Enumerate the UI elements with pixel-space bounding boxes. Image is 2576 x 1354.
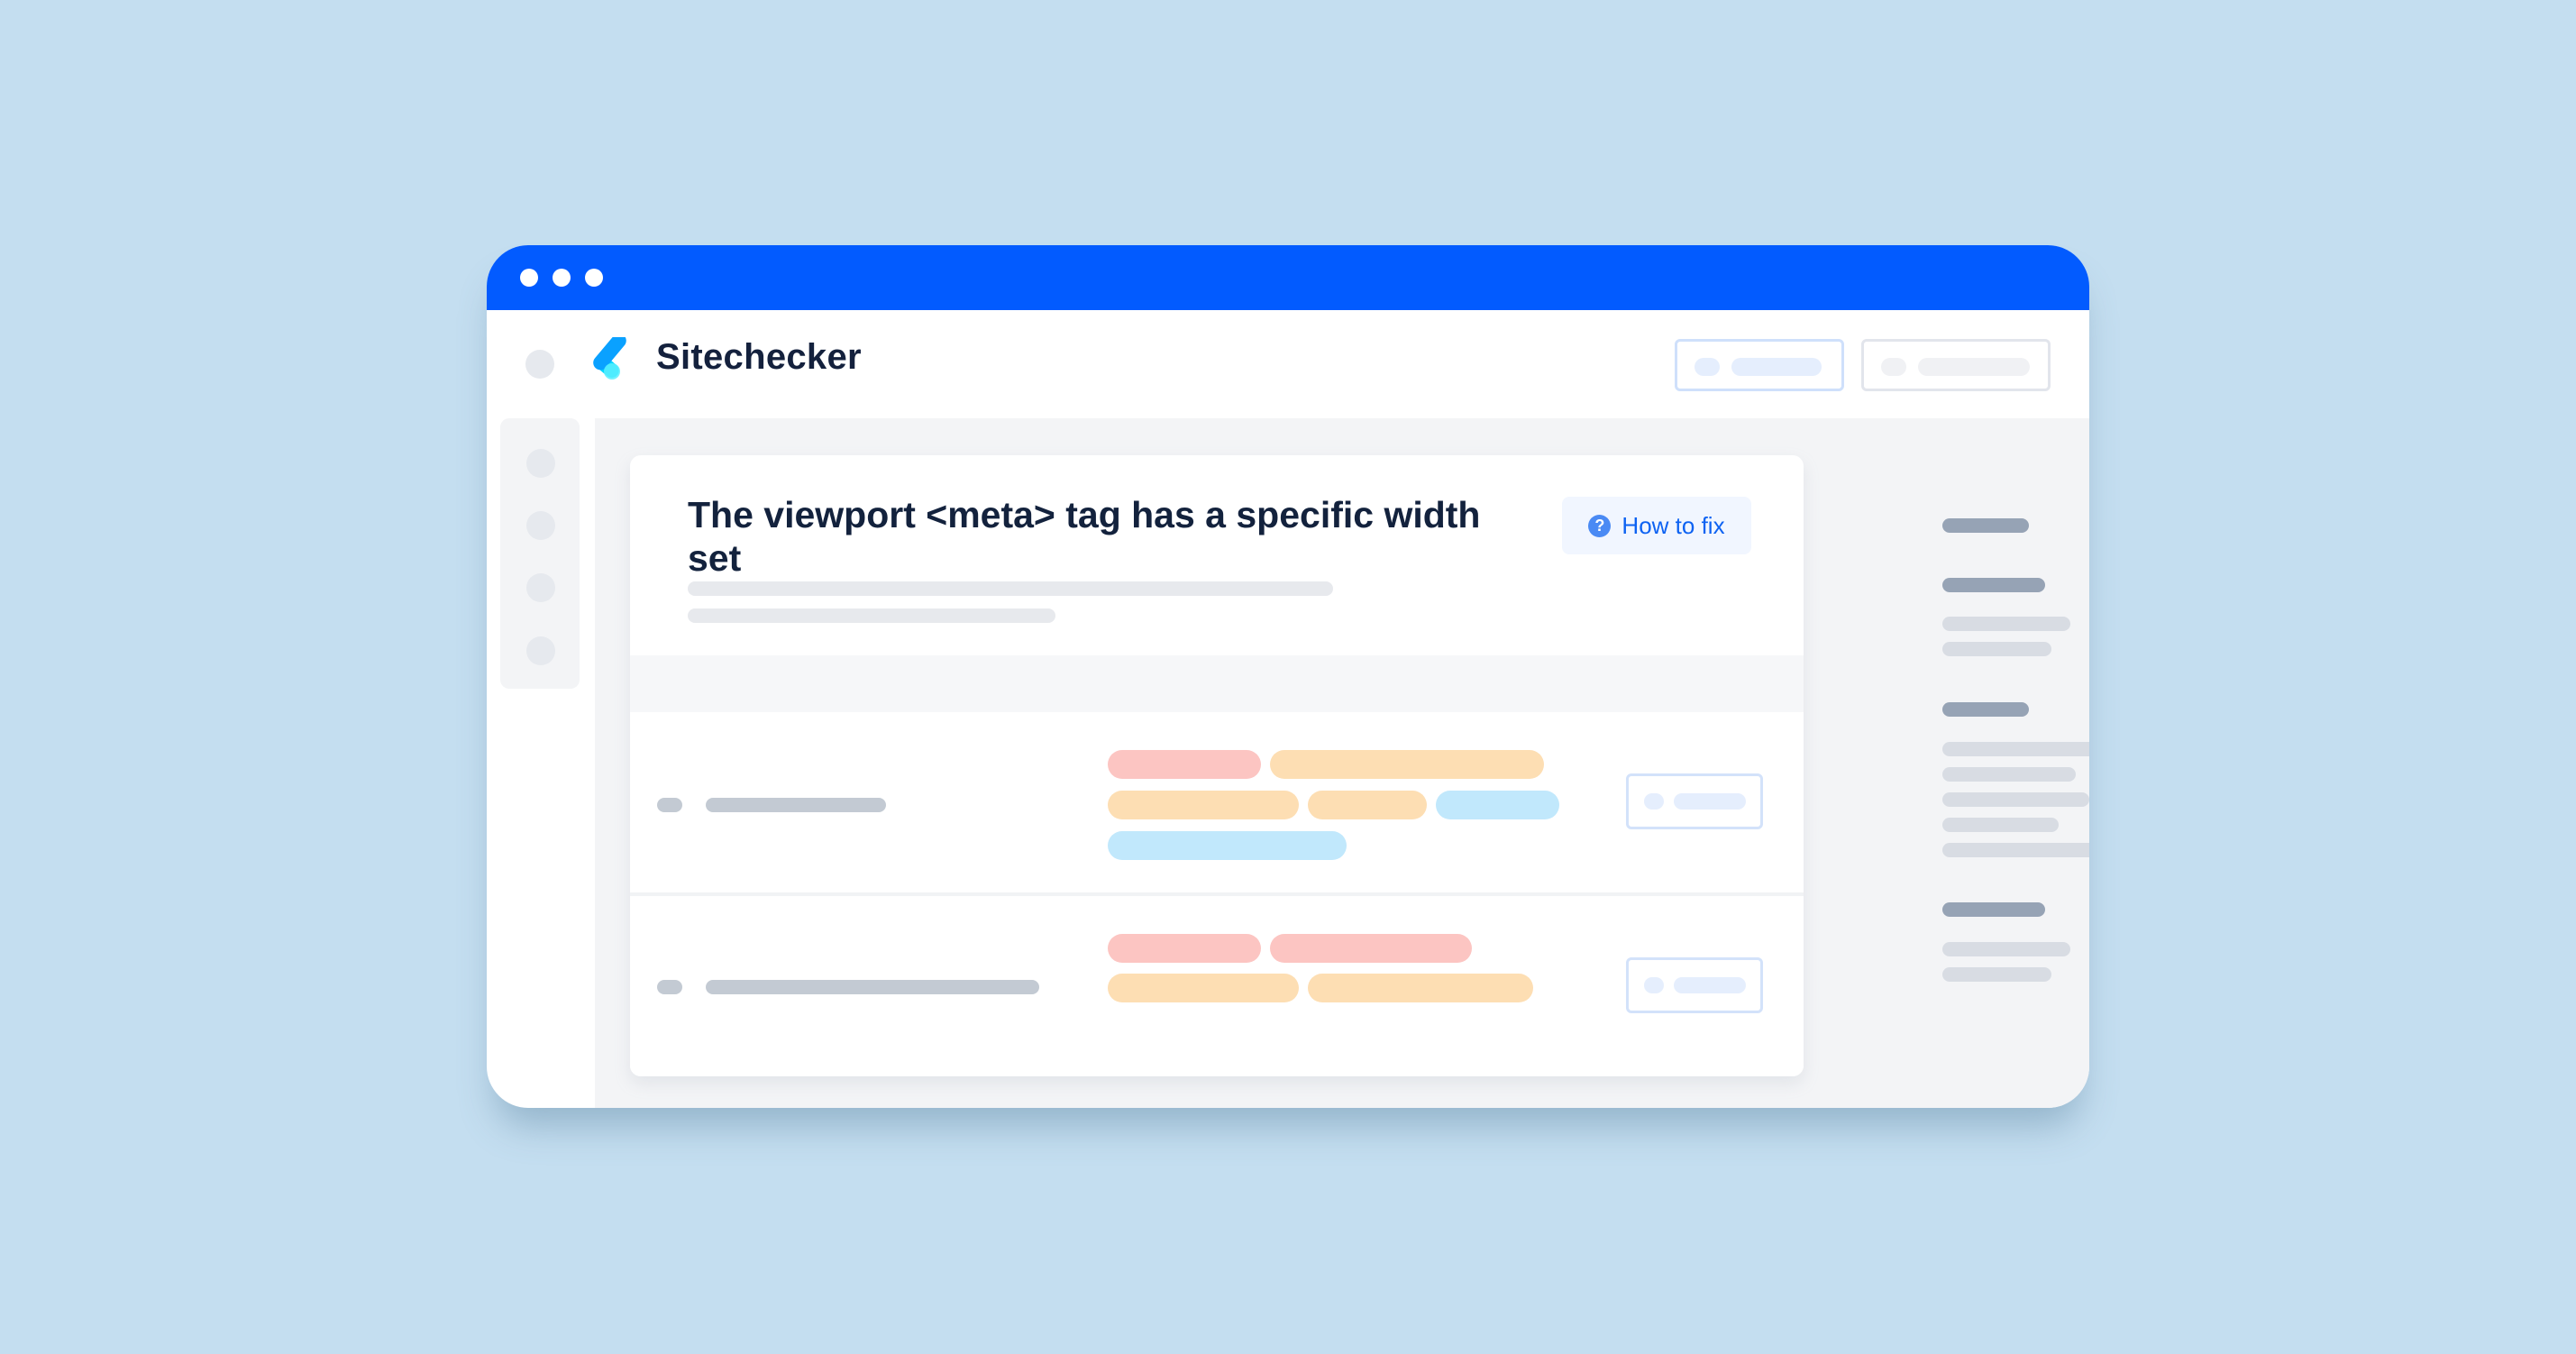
browser-window: Sitechecker The viewport <meta> tag has … — [487, 245, 2089, 1108]
tag-warning — [1108, 974, 1299, 1002]
brand-name: Sitechecker — [656, 337, 862, 377]
how-to-fix-label: How to fix — [1621, 511, 1725, 539]
tag-error — [1270, 934, 1472, 963]
tag-error — [1108, 750, 1261, 779]
summary-item-placeholder[interactable] — [1942, 843, 2089, 857]
summary-item-placeholder[interactable] — [1942, 967, 2051, 982]
button-label-placeholder — [1731, 358, 1822, 376]
summary-panel — [1942, 418, 2089, 1049]
issue-card: The viewport <meta> tag has a specific w… — [630, 455, 1804, 1076]
tag-warning — [1308, 974, 1533, 1002]
table-header — [630, 655, 1804, 712]
sidebar-item-icon[interactable] — [526, 636, 555, 665]
window-control-dot[interactable] — [585, 269, 603, 287]
summary-group-label — [1942, 518, 2029, 533]
description-line-placeholder — [688, 581, 1333, 596]
tag-warning — [1108, 791, 1299, 819]
main-content-area: The viewport <meta> tag has a specific w… — [595, 418, 2089, 1108]
row-url-placeholder — [706, 980, 1039, 994]
checkmark-logo-icon — [593, 333, 647, 382]
secondary-placeholder-button[interactable] — [1861, 339, 2051, 391]
tag-info — [1436, 791, 1559, 819]
question-circle-icon: ? — [1588, 514, 1612, 537]
sidebar-item-icon[interactable] — [526, 573, 555, 602]
app-header: Sitechecker — [487, 310, 2089, 418]
summary-item-placeholder[interactable] — [1942, 942, 2070, 956]
window-control-dot[interactable] — [520, 269, 538, 287]
button-icon-placeholder — [1694, 358, 1720, 376]
table-row[interactable] — [630, 712, 1804, 892]
row-url-placeholder — [706, 798, 886, 812]
button-icon-placeholder — [1644, 793, 1664, 810]
row-action-button[interactable] — [1626, 957, 1763, 1013]
summary-item-placeholder[interactable] — [1942, 818, 2059, 832]
summary-group-label[interactable] — [1942, 578, 2045, 592]
summary-group-label[interactable] — [1942, 902, 2045, 917]
how-to-fix-button[interactable]: ? How to fix — [1562, 497, 1751, 554]
button-label-placeholder — [1674, 793, 1746, 810]
summary-item-placeholder[interactable] — [1942, 617, 2070, 631]
issue-title: The viewport <meta> tag has a specific w… — [688, 494, 1481, 579]
summary-item-placeholder[interactable] — [1942, 767, 2076, 782]
sidebar-item-icon[interactable] — [526, 449, 555, 478]
button-icon-placeholder — [1881, 358, 1906, 376]
button-icon-placeholder — [1644, 977, 1664, 993]
table-row[interactable] — [630, 896, 1804, 1076]
description-line-placeholder — [688, 608, 1055, 623]
primary-placeholder-button[interactable] — [1675, 339, 1844, 391]
summary-item-placeholder[interactable] — [1942, 742, 2089, 756]
menu-toggle-icon[interactable] — [525, 350, 554, 379]
window-control-dot[interactable] — [553, 269, 571, 287]
summary-item-placeholder[interactable] — [1942, 792, 2089, 807]
tag-info — [1108, 831, 1347, 860]
row-icon-placeholder — [657, 798, 682, 812]
tag-warning — [1308, 791, 1427, 819]
tag-warning — [1270, 750, 1544, 779]
row-action-button[interactable] — [1626, 773, 1763, 829]
summary-group-label[interactable] — [1942, 702, 2029, 717]
button-label-placeholder — [1918, 358, 2030, 376]
sidebar-rail — [500, 425, 580, 689]
window-titlebar — [487, 245, 2089, 310]
summary-item-placeholder[interactable] — [1942, 642, 2051, 656]
button-label-placeholder — [1674, 977, 1746, 993]
sidebar-item-icon[interactable] — [526, 511, 555, 540]
row-icon-placeholder — [657, 980, 682, 994]
tag-error — [1108, 934, 1261, 963]
